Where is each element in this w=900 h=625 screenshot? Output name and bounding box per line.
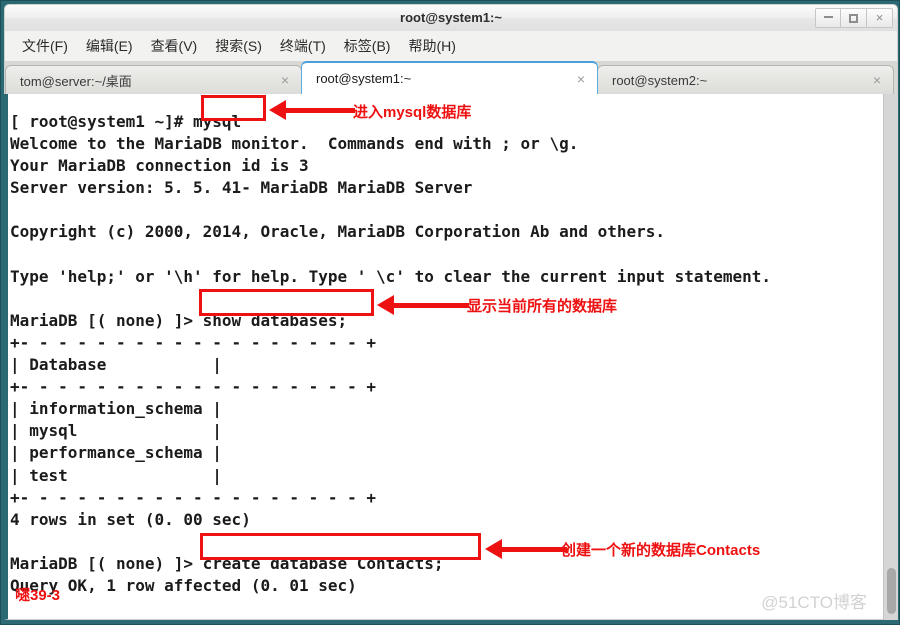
figure-caption: 嚃39-3 bbox=[15, 587, 61, 604]
close-icon: × bbox=[875, 10, 884, 25]
minimize-icon bbox=[823, 16, 833, 18]
menu-item-help[interactable]: 帮助(H) bbox=[399, 34, 464, 58]
tab-bar: tom@server:~/桌面 × root@system1:~ × root@… bbox=[4, 61, 898, 94]
annotation-text-show-databases: 显示当前所有的数据库 bbox=[467, 298, 618, 315]
title-bar: root@system1:~ × bbox=[4, 4, 898, 31]
annotation-text-mysql: 进入mysql数据库 bbox=[353, 104, 472, 121]
annotation-text-create-database: 创建一个新的数据库Contacts bbox=[561, 542, 761, 559]
menu-item-search[interactable]: 搜索(S) bbox=[206, 34, 271, 58]
tab-root-system1[interactable]: root@system1:~ × bbox=[301, 61, 598, 94]
scrollbar-thumb[interactable] bbox=[887, 568, 896, 614]
menu-item-edit[interactable]: 编辑(E) bbox=[77, 34, 142, 58]
scrollbar[interactable] bbox=[883, 94, 898, 620]
minimize-button[interactable] bbox=[815, 8, 841, 28]
close-button[interactable]: × bbox=[867, 8, 893, 28]
menu-item-terminal[interactable]: 终端(T) bbox=[271, 34, 335, 58]
terminal-output-area[interactable]: [ root@system1 ~]# mysql Welcome to the … bbox=[4, 94, 898, 620]
tab-root-system2[interactable]: root@system2:~ × bbox=[597, 65, 894, 94]
tab-close-icon[interactable]: × bbox=[577, 72, 585, 86]
tab-label: tom@server:~/桌面 bbox=[20, 73, 132, 89]
menu-item-tabs[interactable]: 标签(B) bbox=[335, 34, 400, 58]
tab-close-icon[interactable]: × bbox=[281, 73, 289, 87]
tab-close-icon[interactable]: × bbox=[873, 73, 881, 87]
watermark: @51CTO博客 bbox=[761, 593, 867, 612]
maximize-button[interactable] bbox=[841, 8, 867, 28]
tab-tom-server[interactable]: tom@server:~/桌面 × bbox=[5, 65, 302, 94]
tab-label: root@system1:~ bbox=[316, 71, 412, 86]
terminal-window: root@system1:~ × 文件(F) 编辑(E) 查看(V) 搜索(S)… bbox=[0, 0, 900, 625]
window-controls: × bbox=[815, 8, 893, 28]
window-title: root@system1:~ bbox=[400, 10, 502, 25]
menu-item-view[interactable]: 查看(V) bbox=[142, 34, 207, 58]
maximize-icon bbox=[849, 14, 858, 23]
menu-item-file[interactable]: 文件(F) bbox=[13, 34, 77, 58]
tab-label: root@system2:~ bbox=[612, 72, 708, 88]
menu-bar: 文件(F) 编辑(E) 查看(V) 搜索(S) 终端(T) 标签(B) 帮助(H… bbox=[4, 31, 898, 61]
